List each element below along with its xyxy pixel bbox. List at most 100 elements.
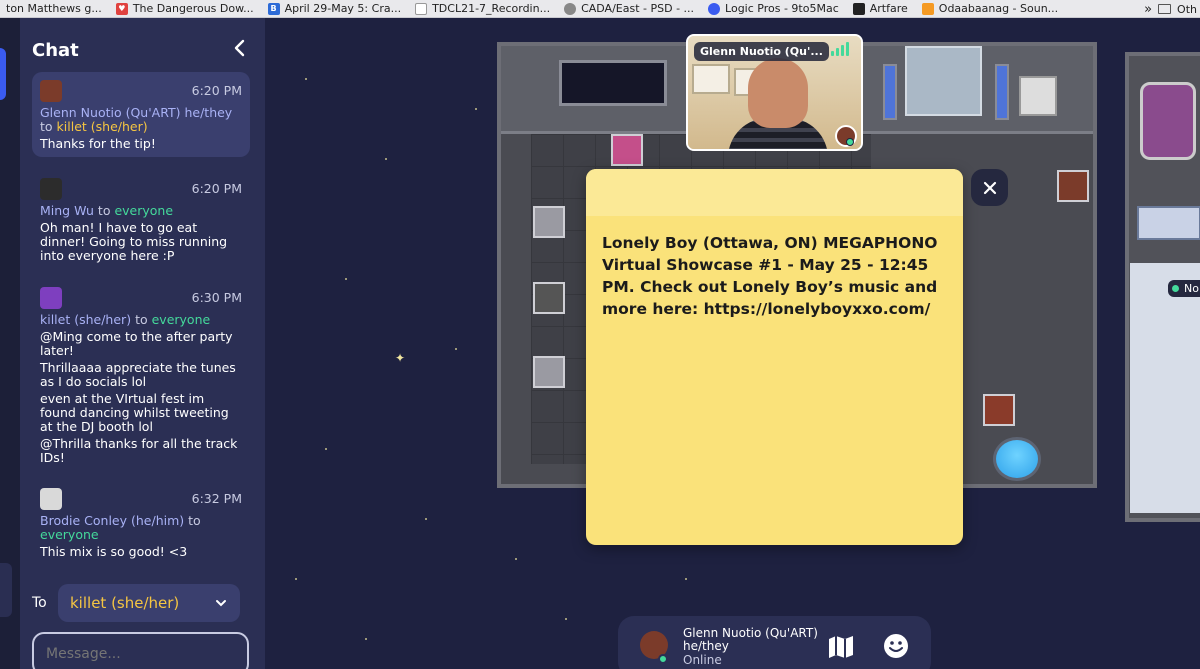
avatar	[40, 287, 62, 309]
other-bookmarks-label: Oth	[1177, 2, 1197, 16]
close-button[interactable]	[971, 169, 1008, 206]
map-icon[interactable]	[827, 634, 855, 660]
star	[325, 448, 327, 450]
bookmark-label: Odaabaanag - Soun...	[938, 2, 1059, 15]
chat-message: 6:20 PM Glenn Nuotio (Qu'ART) he/they to…	[32, 72, 250, 157]
bookmark-4[interactable]: CADA/East - PSD - ...	[558, 0, 702, 17]
message-time: 6:30 PM	[191, 290, 242, 305]
recipient-select-value: killet (she/her)	[70, 594, 180, 612]
wall-picture	[692, 64, 730, 94]
star	[385, 158, 387, 160]
bookmark-2[interactable]: B April 29-May 5: Cra...	[262, 0, 409, 17]
message-recipient: killet (she/her)	[56, 119, 148, 134]
bookmark-0[interactable]: ton Matthews g...	[0, 0, 110, 17]
star	[345, 278, 347, 280]
chevron-left-icon[interactable]	[230, 38, 250, 58]
star	[295, 578, 297, 580]
message-input[interactable]	[32, 632, 249, 669]
profile-thumbnail	[983, 394, 1015, 426]
star	[365, 638, 367, 640]
glass-door	[905, 46, 982, 116]
emoji-icon[interactable]	[883, 633, 909, 659]
star	[455, 348, 457, 350]
message-text: even at the VIrtual fest im found dancin…	[40, 391, 229, 434]
note-popup: Lonely Boy (Ottawa, ON) MEGAPHONO Virtua…	[586, 169, 963, 545]
teleport-pad[interactable]	[993, 437, 1041, 481]
message-text: This mix is so good! <3	[40, 544, 188, 559]
video-participant-name: Glenn Nuotio (Qu'...	[694, 42, 829, 61]
rail-active-button[interactable]	[0, 48, 6, 100]
message-time: 6:20 PM	[191, 83, 242, 98]
soundcloud-icon	[921, 2, 934, 15]
profile-thumbnail	[533, 356, 565, 388]
message-text: @Ming come to the after party later!	[40, 329, 233, 358]
avatar	[40, 178, 62, 200]
chat-panel: Chat 6:20 PM Glenn Nuotio (Qu'ART) he/th…	[20, 18, 265, 669]
bookmark-7[interactable]: Odaabaanag - Soun...	[916, 0, 1066, 17]
message-sender: Glenn Nuotio (Qu'ART) he/they	[40, 105, 233, 120]
chevron-double-right-icon[interactable]: »	[1144, 2, 1152, 17]
bookmark-label: The Dangerous Dow...	[132, 2, 254, 15]
bookmark-5[interactable]: Logic Pros - 9to5Mac	[702, 0, 847, 17]
artfare-icon	[852, 2, 865, 15]
avatar	[40, 80, 62, 102]
star	[565, 618, 567, 620]
message-time: 6:32 PM	[191, 491, 242, 506]
globe-icon	[564, 2, 577, 15]
message-recipient: everyone	[114, 203, 174, 218]
online-indicator	[846, 138, 854, 146]
participant-face	[748, 58, 808, 128]
signal-strength-icon	[831, 42, 849, 56]
close-icon	[983, 181, 996, 194]
note-header	[586, 169, 963, 216]
bookmark-label: April 29-May 5: Cra...	[284, 2, 402, 15]
message-sender: Brodie Conley (he/him)	[40, 513, 185, 528]
bookmarks-overflow[interactable]: » Oth	[1138, 0, 1200, 17]
rail-button[interactable]	[0, 563, 12, 617]
star	[515, 558, 517, 560]
user-status-bar: Glenn Nuotio (Qu'ART) he/they Online	[618, 616, 931, 669]
bookmark-label: CADA/East - PSD - ...	[581, 2, 695, 15]
avatar	[40, 488, 62, 510]
message-text: Thrillaaaa appreciate the tunes as I do …	[40, 360, 236, 389]
message-to-word: to	[40, 119, 53, 134]
user-name[interactable]: Glenn Nuotio (Qu'ART) he/they	[683, 627, 818, 653]
online-indicator	[658, 654, 668, 664]
heart-icon: ♥	[115, 2, 128, 15]
left-rail	[0, 18, 20, 669]
chat-message: 6:32 PM Brodie Conley (he/him) to everyo…	[32, 480, 250, 565]
bookmark-label: ton Matthews g...	[6, 2, 102, 15]
message-to-word: to	[188, 513, 201, 528]
window	[559, 60, 667, 106]
bookmark-label: Artfare	[869, 2, 908, 15]
profile-thumbnail	[533, 206, 565, 238]
star	[425, 518, 427, 520]
video-tile[interactable]: Glenn Nuotio (Qu'...	[686, 34, 863, 151]
star	[305, 78, 307, 80]
sparkle-icon: ✦	[395, 351, 406, 365]
message-sender: killet (she/her)	[40, 312, 132, 327]
to-label: To	[32, 595, 47, 611]
note-text: Lonely Boy (Ottawa, ON) MEGAPHONO Virtua…	[602, 234, 938, 318]
recipient-row: To killet (she/her)	[32, 584, 257, 622]
message-recipient: everyone	[151, 312, 211, 327]
drum-kit	[1140, 82, 1196, 160]
hex-floor	[1130, 263, 1200, 513]
profile-thumbnail	[1057, 170, 1089, 202]
profile-thumbnail	[533, 282, 565, 314]
arcade-cabinet	[1019, 76, 1057, 116]
player-name-tag[interactable]: Nor	[1168, 280, 1200, 297]
message-to-word: to	[135, 312, 148, 327]
recipient-select[interactable]: killet (she/her)	[58, 584, 240, 622]
dj-desk	[1137, 206, 1200, 240]
page-icon	[415, 2, 428, 15]
chevron-down-icon	[216, 600, 226, 607]
message-sender: Ming Wu	[40, 203, 94, 218]
message-time: 6:20 PM	[191, 181, 242, 196]
bookmark-6[interactable]: Artfare	[847, 0, 916, 17]
pillar	[995, 64, 1009, 120]
bookmark-3[interactable]: TDCL21-7_Recordin...	[409, 0, 558, 17]
bookmark-1[interactable]: ♥ The Dangerous Dow...	[110, 0, 262, 17]
star	[685, 578, 687, 580]
message-text: Thanks for the tip!	[40, 136, 156, 151]
